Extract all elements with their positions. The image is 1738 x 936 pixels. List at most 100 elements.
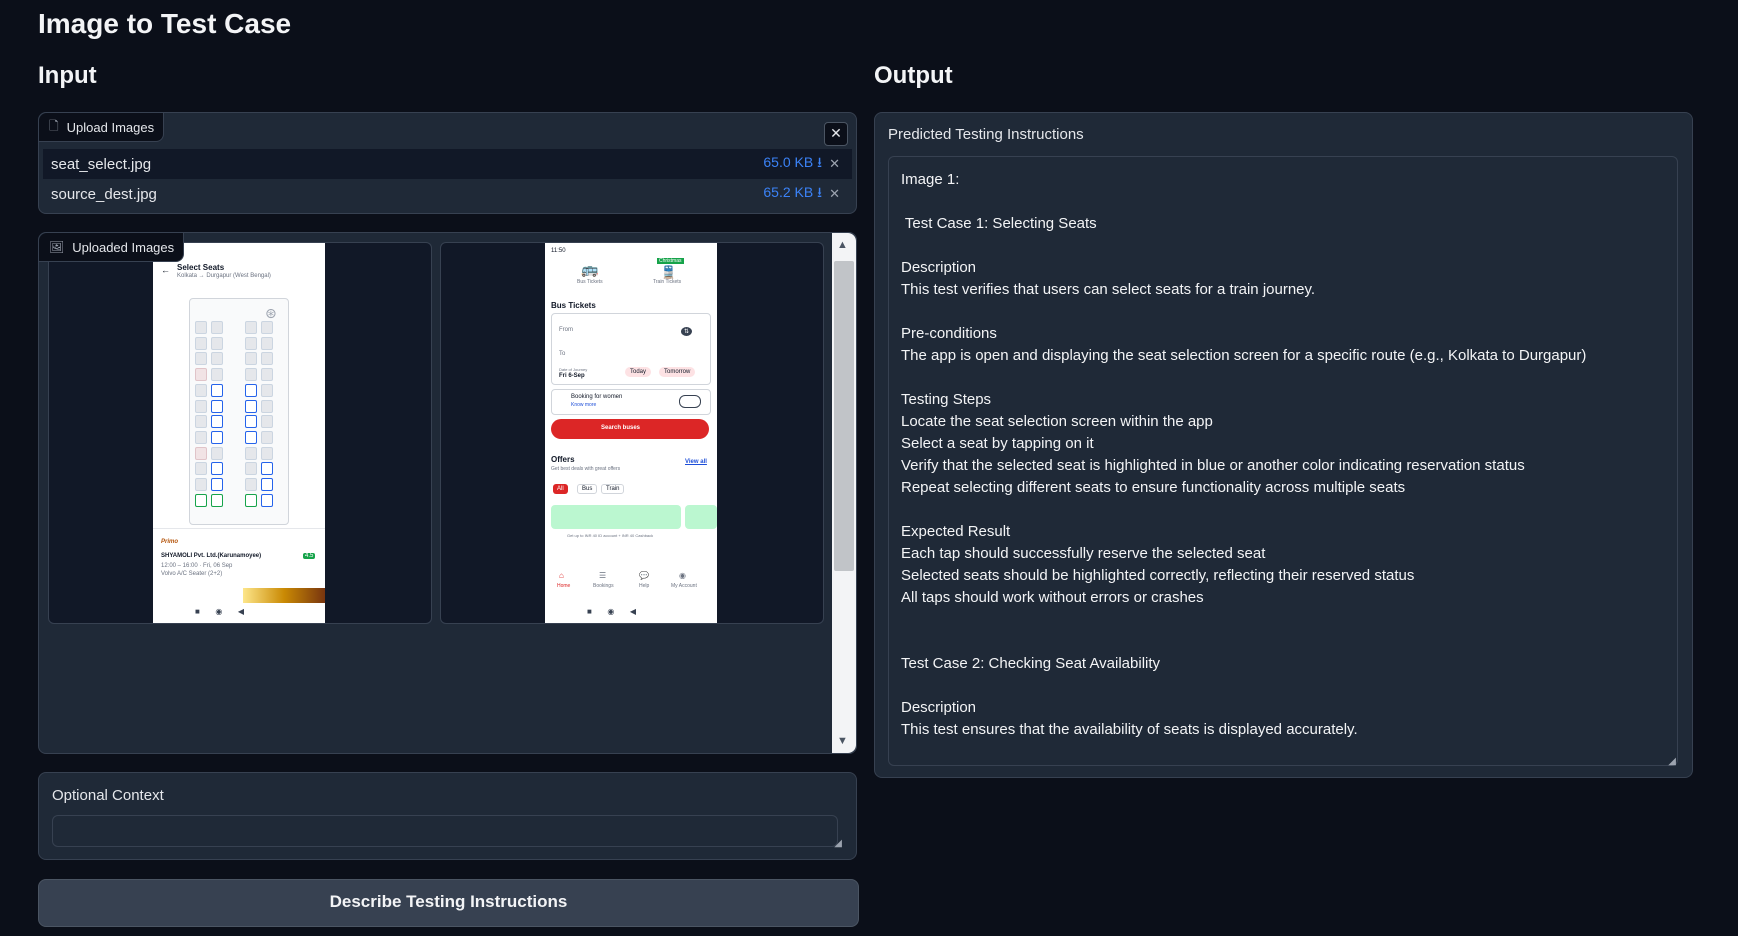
seat[interactable] xyxy=(245,478,257,491)
seat[interactable] xyxy=(261,399,273,413)
today-chip[interactable]: Today xyxy=(625,367,652,377)
seat[interactable] xyxy=(195,368,207,382)
remove-file-icon[interactable]: ✕ xyxy=(829,156,840,172)
file-name: seat_select.jpg xyxy=(51,155,152,173)
seat-screen-title: Select Seats xyxy=(177,263,225,272)
clear-uploads-button[interactable]: ✕ xyxy=(824,122,848,146)
scroll-down-icon[interactable]: ▼ xyxy=(837,735,848,747)
bus-time: 12:00 – 16:00 · Fri, 06 Sep xyxy=(161,563,233,569)
nav-bookings[interactable]: Bookings xyxy=(593,583,614,589)
from-field[interactable]: From xyxy=(559,327,573,333)
file-size-download[interactable]: 65.0 KB ⭳ xyxy=(763,152,822,176)
tomorrow-chip[interactable]: Tomorrow xyxy=(659,367,696,377)
to-field[interactable]: To xyxy=(559,351,565,357)
seat[interactable] xyxy=(245,462,257,476)
seat[interactable] xyxy=(261,462,273,476)
know-more-link[interactable]: Know more xyxy=(571,402,596,408)
tab-train-tickets[interactable]: Train Tickets xyxy=(653,279,681,285)
seat[interactable] xyxy=(261,493,273,507)
bookings-icon[interactable]: ☰ xyxy=(599,571,606,580)
scroll-up-icon[interactable]: ▲ xyxy=(837,239,848,251)
output-line: The app is open and displaying the seat … xyxy=(901,347,1587,364)
seat[interactable] xyxy=(195,352,207,366)
seat[interactable] xyxy=(261,336,273,350)
seat[interactable] xyxy=(261,415,273,429)
seat[interactable] xyxy=(261,352,273,366)
offer-card[interactable] xyxy=(685,505,717,529)
chip-bus[interactable]: Bus xyxy=(577,484,598,494)
seat[interactable] xyxy=(195,415,207,429)
seat[interactable] xyxy=(195,383,207,397)
seat[interactable] xyxy=(211,336,223,350)
seat[interactable] xyxy=(261,368,273,382)
file-size-download[interactable]: 65.2 KB ⭳ xyxy=(763,182,822,206)
seat[interactable] xyxy=(245,383,257,397)
seat[interactable] xyxy=(245,336,257,350)
seat[interactable] xyxy=(195,446,207,460)
seat[interactable] xyxy=(245,415,257,429)
bus-tickets-heading: Bus Tickets xyxy=(551,301,596,310)
tab-bus-tickets[interactable]: Bus Tickets xyxy=(577,279,603,285)
android-nav-icons: ■ ◉ ◀ xyxy=(195,607,245,616)
seat[interactable] xyxy=(195,336,207,350)
seat[interactable] xyxy=(245,399,257,413)
chip-all[interactable]: All xyxy=(553,484,568,494)
seat[interactable] xyxy=(261,383,273,397)
seat[interactable] xyxy=(245,352,257,366)
output-line: Pre-conditions xyxy=(901,325,997,342)
view-all-link[interactable]: View all xyxy=(685,459,707,465)
help-icon[interactable]: 💬 xyxy=(639,571,649,580)
seat[interactable] xyxy=(211,321,223,334)
gallery-image-seat-select[interactable]: ← Select Seats Kolkata → Durgapur (West … xyxy=(48,242,432,624)
seat[interactable] xyxy=(195,321,207,334)
seat[interactable] xyxy=(261,478,273,491)
home-icon[interactable]: ⌂ xyxy=(559,571,564,580)
seat[interactable] xyxy=(211,368,223,382)
swap-icon[interactable]: ⇅ xyxy=(681,327,693,336)
file-row: seat_select.jpg 65.0 KB ⭳ ✕ xyxy=(43,149,852,179)
seat[interactable] xyxy=(211,415,223,429)
seat[interactable] xyxy=(245,368,257,382)
seat[interactable] xyxy=(261,430,273,444)
output-line: Select a seat by tapping on it xyxy=(901,435,1094,452)
seat[interactable] xyxy=(195,478,207,491)
seat[interactable] xyxy=(245,321,257,334)
seat[interactable] xyxy=(261,446,273,460)
seat[interactable] xyxy=(195,430,207,444)
resize-handle-icon[interactable]: ◢ xyxy=(834,838,842,849)
gallery-scrollbar[interactable]: ▲ ▼ xyxy=(832,233,856,753)
seat[interactable] xyxy=(195,399,207,413)
resize-handle-icon[interactable]: ◢ xyxy=(1668,756,1676,767)
account-icon[interactable]: ◉ xyxy=(679,571,686,580)
describe-testing-instructions-button[interactable]: Describe Testing Instructions xyxy=(38,879,859,927)
seat[interactable] xyxy=(211,383,223,397)
seat[interactable] xyxy=(211,399,223,413)
seat-screen-route: Kolkata → Durgapur (West Bengal) xyxy=(177,273,271,279)
nav-account[interactable]: My Account xyxy=(671,583,697,589)
predicted-instructions-textarea[interactable]: Image 1: Test Case 1: Selecting Seats Des… xyxy=(888,156,1678,766)
seat[interactable] xyxy=(211,493,223,507)
seat[interactable] xyxy=(245,446,257,460)
seat[interactable] xyxy=(211,462,223,476)
seat[interactable] xyxy=(261,321,273,334)
context-textarea[interactable] xyxy=(52,815,838,847)
chip-train[interactable]: Train xyxy=(601,484,625,494)
seat[interactable] xyxy=(211,430,223,444)
women-toggle[interactable] xyxy=(679,395,701,408)
seat[interactable] xyxy=(245,430,257,444)
remove-file-icon[interactable]: ✕ xyxy=(829,186,840,202)
seat[interactable] xyxy=(245,493,257,507)
gallery-image-source-dest[interactable]: 11:50 🚌 Bus Tickets Christmas 🚆 Train Ti… xyxy=(440,242,824,624)
scroll-thumb[interactable] xyxy=(834,261,854,571)
date-value[interactable]: Fri 6-Sep xyxy=(559,373,585,379)
seat[interactable] xyxy=(195,493,207,507)
offer-card[interactable] xyxy=(551,505,681,529)
nav-help[interactable]: Help xyxy=(639,583,649,589)
seat[interactable] xyxy=(211,446,223,460)
seat[interactable] xyxy=(211,352,223,366)
output-line: Repeat selecting different seats to ensu… xyxy=(901,479,1406,496)
seat[interactable] xyxy=(211,478,223,491)
seat[interactable] xyxy=(195,462,207,476)
nav-home[interactable]: Home xyxy=(557,583,570,589)
